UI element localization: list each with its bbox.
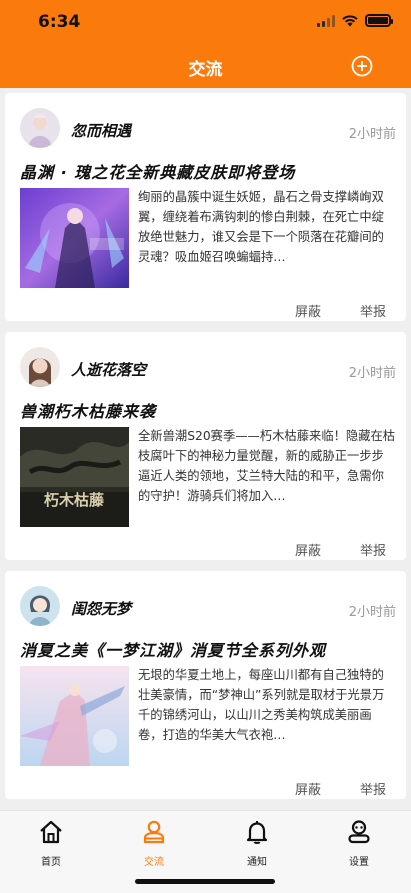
- post-time: 2小时前: [348, 366, 396, 381]
- tab-home[interactable]: 首页: [21, 819, 81, 868]
- signal-icon: [317, 14, 335, 27]
- user-icon: [143, 820, 165, 844]
- home-indicator[interactable]: [135, 879, 275, 884]
- status-time: 6:34: [38, 12, 81, 32]
- tab-notifications[interactable]: 通知: [227, 819, 287, 868]
- wifi-icon: [342, 15, 358, 27]
- avatar[interactable]: [20, 108, 60, 148]
- tab-label: 首页: [41, 857, 61, 868]
- avatar[interactable]: [20, 347, 60, 387]
- nav-bar: 交流: [0, 44, 411, 88]
- tab-label: 交流: [144, 857, 164, 868]
- post-feed[interactable]: 忽而相遇 2小时前 晶渊 · 瑰之花全新典藏皮肤即将登场 绚丽的晶簇中诞生妖姬，…: [0, 88, 411, 810]
- avatar[interactable]: [20, 586, 60, 626]
- post-text: 绚丽的晶簇中诞生妖姬，晶石之骨支撑嶙峋双翼，缠绕着布满钩刺的惨白荆棘，在死亡中绽…: [138, 190, 384, 264]
- post-thumbnail[interactable]: [20, 666, 129, 766]
- home-icon: [40, 820, 62, 844]
- tab-community[interactable]: 交流: [124, 819, 184, 868]
- post-title[interactable]: 消夏之美《一梦江湖》消夏节全系列外观: [20, 637, 326, 661]
- post-title[interactable]: 晶渊 · 瑰之花全新典藏皮肤即将登场: [20, 159, 295, 183]
- block-button[interactable]: 屏蔽: [295, 540, 321, 559]
- post-title[interactable]: 兽潮朽木枯藤来袭: [20, 398, 156, 422]
- post-time: 2小时前: [348, 127, 396, 142]
- tab-settings[interactable]: 设置: [329, 819, 389, 868]
- status-bar: 6:34: [0, 0, 411, 44]
- tab-label: 设置: [349, 857, 369, 868]
- username[interactable]: 人逝花落空: [71, 359, 146, 380]
- report-button[interactable]: 举报: [360, 540, 386, 559]
- battery-icon: [365, 14, 393, 27]
- post-thumbnail[interactable]: 朽木枯藤: [20, 427, 129, 527]
- post-card[interactable]: 人逝花落空 2小时前 兽潮朽木枯藤来袭 朽木枯藤 全新兽潮S20赛季——朽木枯藤…: [5, 332, 406, 560]
- post-card[interactable]: 闺怨无梦 2小时前 消夏之美《一梦江湖》消夏节全系列外观 无垠的华夏土地上，每座…: [5, 571, 406, 799]
- thumbnail-caption: 朽木枯藤: [44, 491, 105, 509]
- block-button[interactable]: 屏蔽: [295, 779, 321, 798]
- tab-label: 通知: [247, 857, 267, 868]
- page-title: 交流: [188, 60, 223, 80]
- report-button[interactable]: 举报: [360, 779, 386, 798]
- status-icons: [317, 14, 393, 27]
- post-card[interactable]: 忽而相遇 2小时前 晶渊 · 瑰之花全新典藏皮肤即将登场 绚丽的晶簇中诞生妖姬，…: [5, 93, 406, 321]
- post-time: 2小时前: [348, 605, 396, 620]
- username[interactable]: 忽而相遇: [71, 120, 131, 141]
- username[interactable]: 闺怨无梦: [71, 598, 131, 619]
- bell-icon: [246, 821, 268, 844]
- post-thumbnail[interactable]: [20, 188, 129, 288]
- post-text: 全新兽潮S20赛季——朽木枯藤来临！隐藏在枯枝腐叶下的神秘力量觉醒，新的威胁正一…: [138, 429, 396, 503]
- report-button[interactable]: 举报: [360, 301, 386, 320]
- settings-user-icon: [348, 820, 370, 844]
- plus-circle-icon[interactable]: [351, 55, 373, 77]
- block-button[interactable]: 屏蔽: [295, 301, 321, 320]
- post-text: 无垠的华夏土地上，每座山川都有自己独特的壮美豪情，而“梦神山”系列就是取材于光景…: [138, 668, 385, 742]
